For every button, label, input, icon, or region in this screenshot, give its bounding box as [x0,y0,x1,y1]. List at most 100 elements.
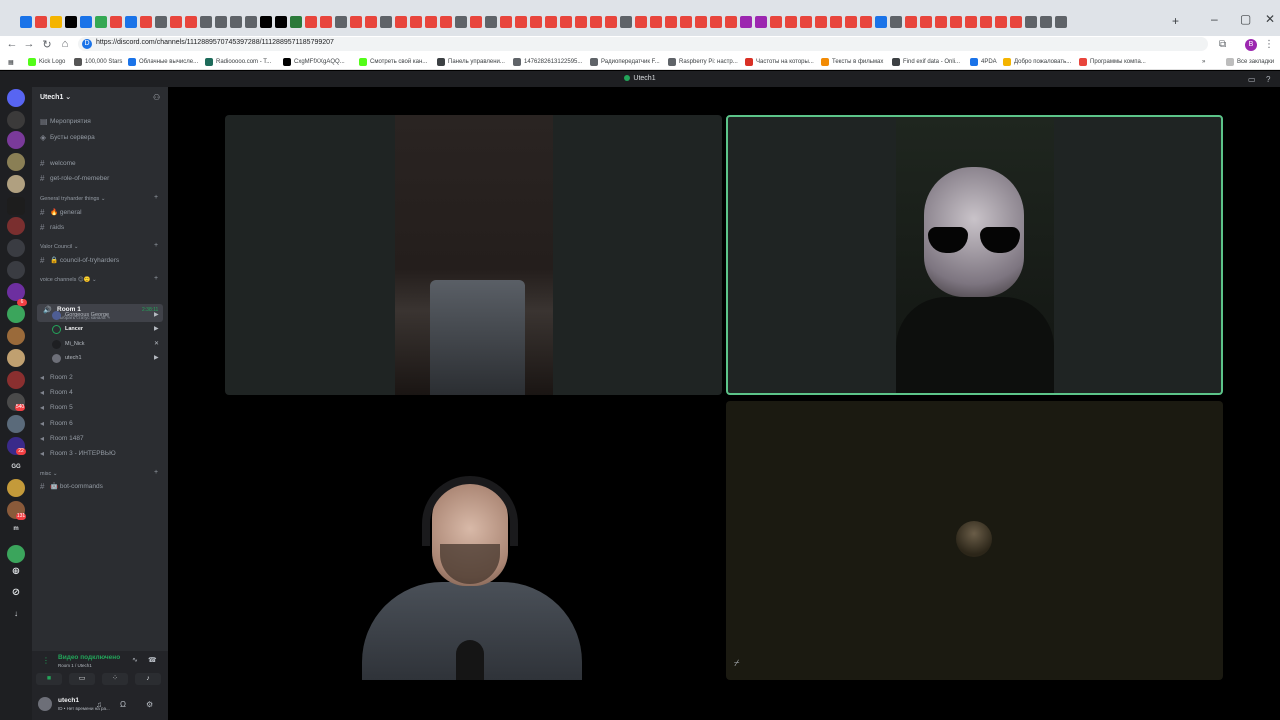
tab-favicon-icon[interactable] [230,16,242,28]
voice-member[interactable]: Lancer [52,324,83,334]
tab-favicon-icon[interactable] [635,16,647,28]
server-icon[interactable] [7,153,25,171]
server-boosts-item[interactable]: ◈ Бусты сервера [40,132,95,142]
tab-favicon-icon[interactable] [605,16,617,28]
profile-avatar[interactable]: B [1245,39,1257,51]
tab-favicon-icon[interactable] [305,16,317,28]
voice-channel-room-6[interactable]: ◂ Room 6 [40,418,73,428]
voice-channel-room-3[interactable]: ◂ Room 3 - ИНТЕРВЬЮ [40,448,116,458]
tab-favicon-icon[interactable] [875,16,887,28]
channel-welcome[interactable]: # welcome [40,158,76,168]
tab-favicon-icon[interactable] [50,16,62,28]
tab-favicon-icon[interactable] [845,16,857,28]
back-icon[interactable]: ← [5,38,19,50]
voice-location[interactable]: Room 1 / Utech1 [58,663,92,668]
tab-favicon-icon[interactable] [980,16,992,28]
voice-member[interactable]: Mi_Nick [52,339,85,349]
tab-favicon-icon[interactable] [965,16,977,28]
home-icon[interactable]: ⌂ [58,38,72,50]
bookmark-item[interactable]: Radiooooo.com - T... [205,57,271,67]
channel-bot-commands[interactable]: # 🤖 bot-commands [40,481,103,491]
disconnect-icon[interactable]: ☎ [148,656,157,664]
tab-favicon-icon[interactable] [710,16,722,28]
camera-toggle-button[interactable]: ■ [36,673,62,685]
tab-favicon-icon[interactable] [410,16,422,28]
reload-icon[interactable]: ↻ [40,38,54,51]
tab-favicon-icon[interactable] [95,16,107,28]
bookmark-item[interactable]: 4PDA [970,57,997,67]
close-window-icon[interactable]: ✕ [1265,12,1275,26]
tab-favicon-icon[interactable] [1025,16,1037,28]
noise-suppression-icon[interactable]: ∿ [132,656,138,664]
home-server-icon[interactable] [7,89,25,107]
browser-menu-icon[interactable]: ⋮ [1264,39,1274,50]
tab-favicon-icon[interactable] [665,16,677,28]
invite-icon[interactable]: ⚇ [153,93,160,102]
category-voice-channels[interactable]: voice channels 😊🙂 ⌄ [40,277,97,283]
server-m-label[interactable]: m [5,526,27,532]
address-bar[interactable]: D https://discord.com/channels/111288957… [78,37,1208,51]
tab-favicon-icon[interactable] [590,16,602,28]
tab-favicon-icon[interactable] [995,16,1007,28]
tab-favicon-icon[interactable] [1040,16,1052,28]
tab-favicon-icon[interactable] [320,16,332,28]
tab-favicon-icon[interactable] [1010,16,1022,28]
tab-favicon-icon[interactable] [500,16,512,28]
forward-icon[interactable]: → [22,38,36,50]
tab-favicon-icon[interactable] [425,16,437,28]
bookmark-item[interactable]: Радиопередатчик F... [590,57,660,67]
server-icon[interactable] [7,217,25,235]
tab-favicon-icon[interactable] [755,16,767,28]
tab-favicon-icon[interactable] [725,16,737,28]
tab-favicon-icon[interactable] [350,16,362,28]
server-icon[interactable] [7,415,25,433]
server-icon[interactable] [7,239,25,257]
tab-favicon-icon[interactable] [860,16,872,28]
bookmark-item[interactable]: Raspberry Pi: настр... [668,57,738,67]
help-icon[interactable]: ? [1266,75,1270,84]
tab-favicon-icon[interactable] [575,16,587,28]
add-channel-icon[interactable]: + [154,242,158,249]
category-valor-council[interactable]: Valor Council ⌄ [40,244,78,250]
tab-favicon-icon[interactable] [950,16,962,28]
more-bookmarks-icon[interactable]: » [1202,57,1205,67]
server-icon[interactable] [7,261,25,279]
guild-name[interactable]: Utech1 ⌄ [40,93,71,101]
category-general-tryharder[interactable]: General tryharder things ⌄ [40,196,105,202]
gear-icon[interactable]: ⚙ [146,700,153,709]
tab-favicon-icon[interactable] [335,16,347,28]
category-misc[interactable]: misc ⌄ [40,471,57,477]
channel-raids[interactable]: # raids [40,222,64,232]
tab-favicon-icon[interactable] [80,16,92,28]
bookmark-item[interactable]: Панель управлени... [437,57,505,67]
tab-favicon-icon[interactable] [890,16,902,28]
tab-favicon-icon[interactable] [560,16,572,28]
tab-favicon-icon[interactable] [290,16,302,28]
tab-favicon-icon[interactable] [20,16,32,28]
server-icon[interactable] [7,327,25,345]
add-channel-icon[interactable]: + [154,194,158,201]
tab-favicon-icon[interactable] [380,16,392,28]
mic-icon[interactable]: ♫ [96,700,102,709]
tab-favicon-icon[interactable] [470,16,482,28]
soundboard-button[interactable]: ♪ [135,673,161,685]
tab-favicon-icon[interactable] [935,16,947,28]
bookmark-item[interactable]: Find exif data - Onli... [892,57,960,67]
video-tile-speaking[interactable] [726,115,1223,395]
discover-icon[interactable]: ⊘ [5,587,27,598]
events-item[interactable]: ▤ Мероприятия [40,116,91,126]
voice-channel-room-4[interactable]: ◂ Room 4 [40,387,73,397]
voice-status[interactable]: Видео подключено [58,654,120,661]
tab-favicon-icon[interactable] [440,16,452,28]
tab-favicon-icon[interactable] [125,16,137,28]
bookmark-item[interactable]: Частоты на которы... [745,57,814,67]
avatar[interactable] [38,697,52,711]
tab-favicon-icon[interactable] [65,16,77,28]
tab-favicon-icon[interactable] [260,16,272,28]
server-gg-label[interactable]: GG [5,464,27,470]
tab-favicon-icon[interactable] [170,16,182,28]
server-icon[interactable] [7,305,25,323]
tab-favicon-icon[interactable] [275,16,287,28]
bookmark-item[interactable]: Облачные вычисле... [128,57,198,67]
voice-member[interactable]: Gorgeous George [52,310,109,320]
